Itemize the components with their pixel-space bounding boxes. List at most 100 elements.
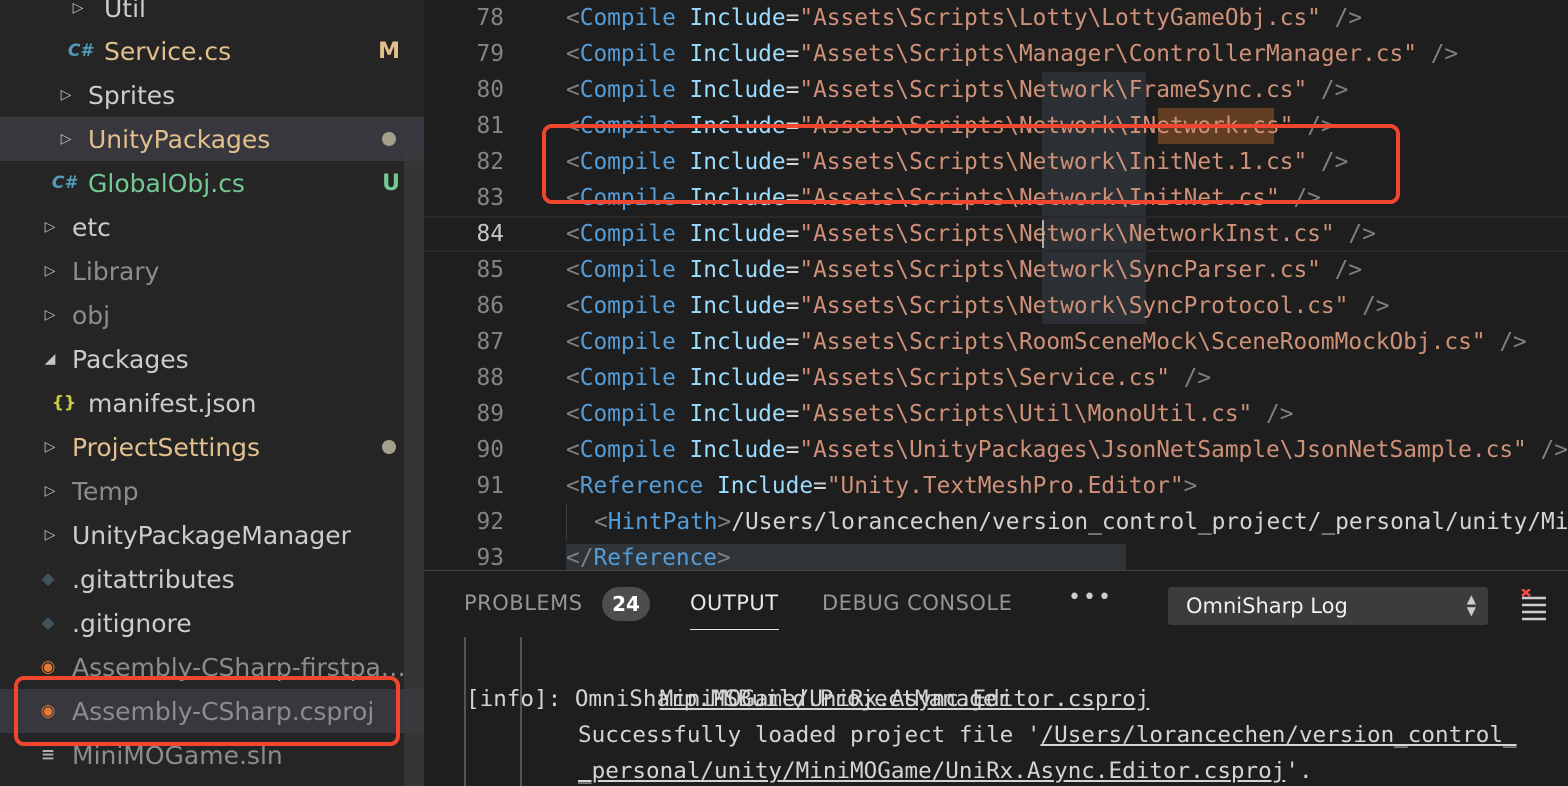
more-actions-icon[interactable]: ••• xyxy=(1068,585,1113,610)
output-line: _personal/unity/MiniMOGame/UniRx.Async.E… xyxy=(578,758,1313,784)
code-line[interactable]: 85 <Compile Include="Assets\Scripts\Netwo… xyxy=(424,252,1568,288)
code-content: <Compile Include="Assets\Scripts\Network… xyxy=(566,293,1390,319)
git-modified-badge: M xyxy=(378,38,400,64)
chevron-right-icon: ▷ xyxy=(44,439,56,455)
line-number: 83 xyxy=(476,185,504,211)
tree-folder-unitypackagemanager[interactable]: ▷ UnityPackageManager xyxy=(0,513,424,557)
csharp-file-icon: C# xyxy=(67,41,93,61)
code-content: <Compile Include="Assets\Scripts\Service… xyxy=(566,365,1212,391)
tree-file-minimogame-sln[interactable]: ≡ MiniMOGame.sln xyxy=(0,733,424,777)
output-log[interactable]: MiniMOGame/UniRx.Async.Editor.csproj [in… xyxy=(424,637,1568,786)
chevron-right-icon: ▷ xyxy=(72,0,84,16)
tree-folder-sprites[interactable]: ▷ Sprites xyxy=(0,73,424,117)
line-number: 90 xyxy=(476,437,504,463)
tree-file-service-cs[interactable]: C# Service.cs M xyxy=(0,29,424,73)
clear-output-icon[interactable] xyxy=(1518,589,1550,621)
git-untracked-badge: U xyxy=(382,170,400,196)
code-line[interactable]: 90 <Compile Include="Assets\UnityPackages… xyxy=(424,432,1568,468)
code-content: <Compile Include="Assets\UnityPackages\J… xyxy=(566,437,1568,463)
line-number: 80 xyxy=(476,77,504,103)
code-line[interactable]: 79 <Compile Include="Assets\Scripts\Manag… xyxy=(424,36,1568,72)
tree-label: ProjectSettings xyxy=(72,432,261,462)
output-channel-select[interactable]: OmniSharp Log ▲ ▼ xyxy=(1168,587,1488,625)
chevron-right-icon: ▷ xyxy=(44,219,56,235)
tree-label: Library xyxy=(72,256,160,286)
tab-debug-console[interactable]: DEBUG CONSOLE xyxy=(822,591,1012,615)
tree-folder-unitypackages[interactable]: ▷ UnityPackages xyxy=(0,117,424,161)
code-line[interactable]: 78 <Compile Include="Assets\Scripts\Lotty… xyxy=(424,0,1568,36)
line-number: 79 xyxy=(476,41,504,67)
chevron-right-icon: ▷ xyxy=(44,307,56,323)
code-editor[interactable]: 78 <Compile Include="Assets\Scripts\Lotty… xyxy=(424,0,1568,570)
tree-label: Assembly-CSharp.csproj xyxy=(72,696,375,726)
output-line: MiniMOGame/UniRx.Async.Editor.csproj xyxy=(659,686,1150,712)
code-line[interactable]: 93 </Reference> xyxy=(424,540,1568,570)
code-line[interactable]: 80 <Compile Include="Assets\Scripts\Netwo… xyxy=(424,72,1568,108)
tree-label: MiniMOGame.sln xyxy=(72,740,283,770)
code-content: <Compile Include="Assets\Scripts\Network… xyxy=(566,113,1335,139)
tree-file-assembly-csharp-firstpass[interactable]: ◉ Assembly-CSharp-firstpass.csproj xyxy=(0,645,424,689)
solution-file-icon: ≡ xyxy=(40,745,56,765)
code-line[interactable]: 87 <Compile Include="Assets\Scripts\RoomS… xyxy=(424,324,1568,360)
tab-problems[interactable]: PROBLEMS xyxy=(464,591,583,615)
line-number: 85 xyxy=(476,257,504,283)
code-content: </Reference> xyxy=(566,545,731,570)
tree-file-gitignore[interactable]: ◆ .gitignore xyxy=(0,601,424,645)
line-number: 88 xyxy=(476,365,504,391)
tree-label: manifest.json xyxy=(88,388,257,418)
json-file-icon: {} xyxy=(51,393,77,413)
code-content: <Compile Include="Assets\Scripts\Network… xyxy=(566,185,1321,211)
code-line[interactable]: 81 <Compile Include="Assets\Scripts\Netwo… xyxy=(424,108,1568,144)
code-line[interactable]: 88 <Compile Include="Assets\Scripts\Servi… xyxy=(424,360,1568,396)
code-line[interactable]: 91 <Reference Include="Unity.TextMeshPro.… xyxy=(424,468,1568,504)
line-number: 84 xyxy=(476,221,504,247)
line-number: 86 xyxy=(476,293,504,319)
tree-label: Service.cs xyxy=(104,36,232,66)
code-content: <HintPath>/Users/lorancechen/version_con… xyxy=(594,509,1568,535)
tree-label: obj xyxy=(72,300,111,330)
tree-folder-library[interactable]: ▷ Library xyxy=(0,249,424,293)
tree-folder-etc[interactable]: ▷ etc xyxy=(0,205,424,249)
tree-folder-temp[interactable]: ▷ Temp xyxy=(0,469,424,513)
tree-folder-obj[interactable]: ▷ obj xyxy=(0,293,424,337)
tree-folder-packages[interactable]: ◢ Packages xyxy=(0,337,424,381)
tree-label: Packages xyxy=(72,344,189,374)
tree-folder-projectsettings[interactable]: ▷ ProjectSettings xyxy=(0,425,424,469)
tree-file-manifest-json[interactable]: {} manifest.json xyxy=(0,381,424,425)
code-content: <Compile Include="Assets\Scripts\RoomSce… xyxy=(566,329,1527,355)
code-content: <Compile Include="Assets\Scripts\Manager… xyxy=(566,41,1459,67)
git-file-icon: ◆ xyxy=(41,613,55,633)
output-line: Successfully loaded project file '/Users… xyxy=(578,722,1517,748)
tree-folder-util[interactable]: ▷ Util xyxy=(0,0,424,30)
tree-label: .gitattributes xyxy=(72,564,235,594)
code-content: <Compile Include="Assets\Scripts\Network… xyxy=(566,257,1363,283)
csharp-file-icon: C# xyxy=(51,173,77,193)
code-content: <Compile Include="Assets\Scripts\Network… xyxy=(566,77,1349,103)
output-link[interactable]: _personal/unity/MiniMOGame/UniRx.Async.E… xyxy=(578,758,1285,784)
chevron-right-icon: ▷ xyxy=(44,263,56,279)
code-line[interactable]: 89 <Compile Include="Assets\Scripts\Util\… xyxy=(424,396,1568,432)
chevron-down-icon: ◢ xyxy=(44,351,56,367)
tree-label: etc xyxy=(72,212,111,242)
line-number: 82 xyxy=(476,149,504,175)
chevron-right-icon: ▷ xyxy=(60,131,72,147)
tree-file-globalobj-cs[interactable]: C# GlobalObj.cs U xyxy=(0,161,424,205)
git-file-icon: ◆ xyxy=(41,569,55,589)
rss-file-icon: ◉ xyxy=(40,657,56,677)
code-content: <Compile Include="Assets\Scripts\Lotty\L… xyxy=(566,5,1363,31)
tree-file-assembly-csharp-csproj[interactable]: ◉ Assembly-CSharp.csproj xyxy=(0,689,424,733)
line-number: 78 xyxy=(476,5,504,31)
explorer-sidebar: ▷ Util C# Service.cs M ▷ Sprites ▷ Unity… xyxy=(0,0,424,786)
tab-output[interactable]: OUTPUT xyxy=(690,591,779,630)
select-arrows-icon: ▲ ▼ xyxy=(1466,592,1476,618)
code-line[interactable]: 82 <Compile Include="Assets\Scripts\Netwo… xyxy=(424,144,1568,180)
code-line[interactable]: 84 <Compile Include="Assets\Scripts\Netwo… xyxy=(424,216,1568,252)
output-link[interactable]: /Users/lorancechen/version_control_ xyxy=(1041,722,1517,748)
tree-label: Sprites xyxy=(88,80,176,110)
code-line[interactable]: 83 <Compile Include="Assets\Scripts\Netwo… xyxy=(424,180,1568,216)
sidebar-scrollbar[interactable] xyxy=(404,150,424,786)
tree-label: UnityPackageManager xyxy=(72,520,351,550)
code-line[interactable]: 86 <Compile Include="Assets\Scripts\Netwo… xyxy=(424,288,1568,324)
code-line[interactable]: 92 <HintPath>/Users/lorancechen/version_c… xyxy=(424,504,1568,540)
tree-file-gitattributes[interactable]: ◆ .gitattributes xyxy=(0,557,424,601)
